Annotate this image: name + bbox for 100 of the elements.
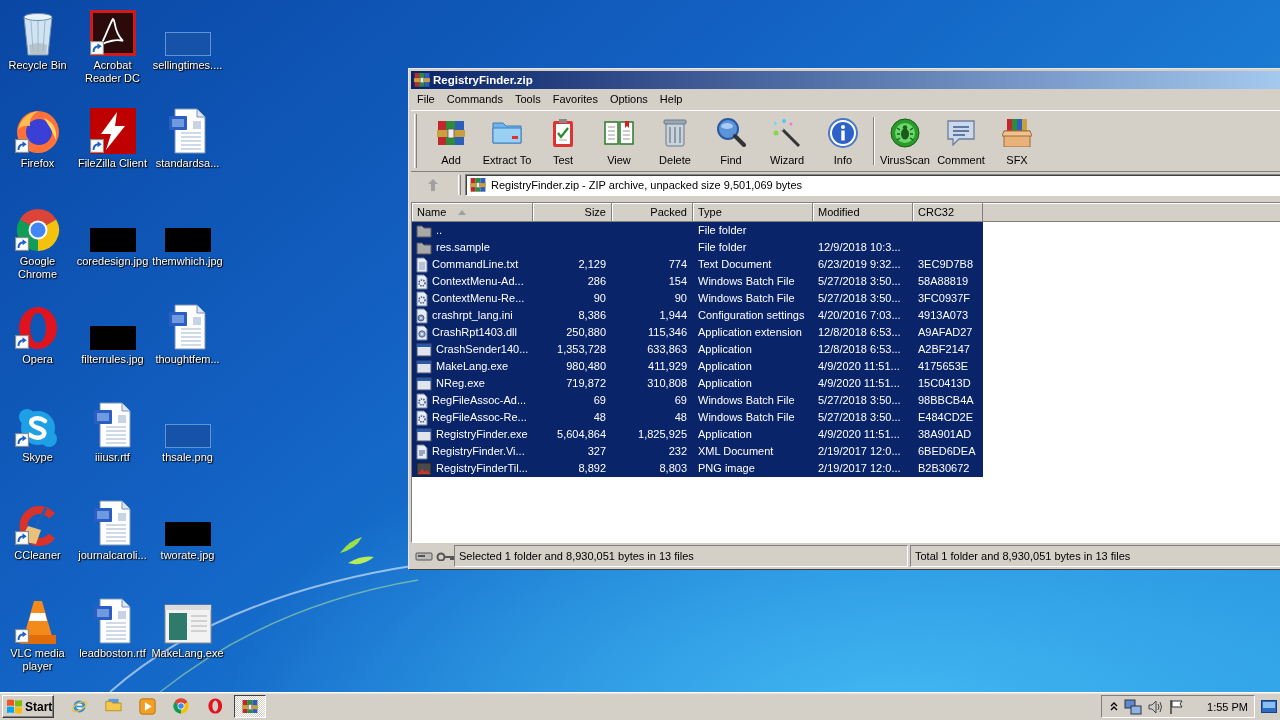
desktop-item[interactable]: thsale.png (150, 400, 225, 464)
toolbar-button[interactable]: Comment (933, 111, 989, 171)
circle-logo-icon[interactable] (173, 698, 189, 714)
file-row[interactable]: RegistryFinder.Vi... 327 232 XML Document 2/19/2017 12:0... 6BED6DEA (412, 443, 983, 460)
table-cell-text: 69 (592, 393, 607, 408)
desktop-item[interactable]: Google Chrome (0, 204, 75, 281)
menu-item[interactable]: Help (653, 91, 689, 107)
toolbar-button[interactable]: Find (703, 111, 759, 171)
file-row[interactable]: RegFileAssoc-Re... 48 48 Windows Batch File 5/27/2018 3:50... E484CD2E (412, 409, 983, 426)
toolbar-button[interactable]: SFX (989, 111, 1045, 171)
toolbar-button[interactable]: View (591, 111, 647, 171)
file-row[interactable]: RegistryFinder.exe 5,604,864 1,825,925 Application 4/9/2020 11:51... 38A901AD (412, 426, 983, 443)
desktop-item[interactable]: Skype (0, 400, 75, 464)
toolbar-button[interactable]: Info (815, 111, 871, 171)
orbit-globe-icon[interactable] (70, 698, 88, 715)
desktop-item[interactable]: MakeLang.exe (150, 596, 225, 660)
column-header[interactable]: Modified (813, 203, 913, 221)
file-row[interactable]: RegFileAssoc-Ad... 69 69 Windows Batch File 5/27/2018 3:50... 98BBCB4A (412, 392, 983, 409)
desktop-item[interactable]: themwhich.jpg (150, 204, 225, 268)
file-row[interactable]: CrashRpt1403.dll 250,880 115,346 Application extension 12/8/2018 6:53... A9AFAD27 (412, 324, 983, 341)
toolbar-button[interactable]: Delete (647, 111, 703, 171)
thumbnail-icon (164, 424, 211, 448)
menu-item[interactable]: Options (603, 91, 654, 107)
menu-item[interactable]: File (411, 91, 441, 107)
file-row[interactable]: ContextMenu-Re... 90 90 Windows Batch File 5/27/2018 3:50... 3FC0937F (412, 290, 983, 307)
desktop-item[interactable]: filterrules.jpg (75, 302, 150, 366)
table-cell-text: 8,892 (577, 461, 607, 476)
table-cell-text: 6/23/2019 9:32... (817, 257, 902, 272)
speaker-icon[interactable] (1148, 699, 1164, 714)
file-row[interactable]: NReg.exe 719,872 310,808 Application 4/9/2020 11:51... 15C0413D (412, 375, 983, 392)
book-stack-icon (437, 120, 465, 145)
taskbar-button[interactable] (234, 695, 266, 718)
address-field[interactable]: RegistryFinder.zip - ZIP archive, unpacked size 9,501,069 bytes (465, 174, 1280, 196)
desktop-item[interactable]: Firefox (0, 106, 75, 170)
toolbar-button[interactable]: Add (423, 111, 479, 171)
file-row[interactable]: RegistryFinderTil... 8,892 8,803 PNG image 2/19/2017 12:0... B2B30672 (412, 460, 983, 477)
toolbar-button[interactable]: Test (535, 111, 591, 171)
column-header[interactable]: CRC32 (913, 203, 983, 221)
desktop-item[interactable]: CCleaner (0, 498, 75, 562)
table-cell-text: 5/27/2018 3:50... (817, 274, 902, 289)
clock[interactable]: 1:55 PM (1207, 700, 1248, 713)
table-cell-text: 4913A073 (917, 308, 970, 323)
table-cell-text: ContextMenu-Re... (432, 291, 525, 306)
desktop-item[interactable]: Opera (0, 302, 75, 366)
column-header[interactable]: Size (533, 203, 612, 221)
document-icon (169, 304, 206, 350)
desktop-item[interactable]: iiiusr.rtf (75, 400, 150, 464)
menu-item[interactable]: Tools (509, 91, 547, 107)
recycle-bin-icon (21, 12, 54, 56)
column-header[interactable]: Name (412, 203, 533, 221)
menu-item[interactable]: Commands (440, 91, 509, 107)
desktop-item[interactable]: journalcaroli... (75, 498, 150, 562)
gear-file-icon (416, 290, 428, 307)
column-header[interactable]: Type (693, 203, 813, 221)
file-row[interactable]: res.sample File folder 12/9/2018 10:3... (412, 239, 983, 256)
file-row[interactable]: ContextMenu-Ad... 286 154 Windows Batch File 5/27/2018 3:50... 58A88819 (412, 273, 983, 290)
table-cell-text: File folder (697, 223, 748, 238)
file-row[interactable]: CommandLine.txt 2,129 774 Text Document 6/23/2019 9:32... 3EC9D7B8 (412, 256, 983, 273)
flag-icon[interactable] (1170, 698, 1183, 715)
toolbar-button[interactable]: VirusScan (877, 111, 933, 171)
start-button[interactable]: Start (2, 695, 54, 718)
desktop-item[interactable]: leadboston.rtf (75, 596, 150, 660)
image-file-icon (416, 461, 432, 476)
file-row[interactable]: crashrpt_lang.ini 8,386 1,944 Configuration settings 4/20/2016 7:03... 4913A073 (412, 307, 983, 324)
table-cell-text: 12/8/2018 6:53... (817, 342, 902, 357)
desktop-item[interactable]: sellingtimes.... (150, 8, 225, 72)
table-cell-text: Windows Batch File (697, 410, 796, 425)
desktop-item[interactable]: standardsa... (150, 106, 225, 170)
desktop-item[interactable]: thoughtfem... (150, 302, 225, 366)
ring-logo-icon[interactable] (207, 698, 223, 714)
table-cell-text: ContextMenu-Ad... (432, 274, 524, 289)
table-cell-text: res.sample (436, 240, 490, 255)
desktop-item[interactable]: Acrobat Reader DC (75, 8, 150, 85)
table-cell-text: 48 (592, 410, 607, 425)
book-stack-icon (470, 178, 486, 192)
table-cell-text: Application (697, 342, 753, 357)
desktop-item[interactable]: FileZilla Client (75, 106, 150, 170)
network-icon[interactable] (1124, 698, 1142, 715)
desktop-item[interactable]: tworate.jpg (150, 498, 225, 562)
file-row[interactable]: CrashSender140... 1,353,728 633,863 Application 12/8/2018 6:53... A2BF2147 (412, 341, 983, 358)
thumbnail-icon (164, 228, 211, 252)
file-row[interactable]: MakeLang.exe 980,480 411,929 Application 4/9/2020 11:51... 4175653E (412, 358, 983, 375)
table-cell-text: Windows Batch File (697, 274, 796, 289)
file-row[interactable]: .. File folder (412, 222, 983, 239)
search-icon (716, 118, 746, 147)
desktop-item[interactable]: coredesign.jpg (75, 204, 150, 268)
show-desktop-icon[interactable] (1261, 700, 1277, 713)
table-cell-text: 4/9/2020 11:51... (817, 376, 901, 391)
play-button-icon[interactable] (138, 698, 156, 715)
desktop-item[interactable]: VLC media player (0, 596, 75, 673)
chevron-up-icon[interactable] (1110, 702, 1118, 711)
desktop-item[interactable]: Recycle Bin (0, 8, 75, 72)
toolbar-button[interactable]: Wizard (759, 111, 815, 171)
table-cell-text: 3EC9D7B8 (917, 257, 975, 272)
table-cell-text: A9AFAD27 (917, 325, 974, 340)
table-cell-text: RegFileAssoc-Ad... (432, 393, 527, 408)
toolbar-button[interactable]: Extract To (479, 111, 535, 171)
table-cell-text: 98BBCB4A (917, 393, 975, 408)
column-header[interactable]: Packed (612, 203, 693, 221)
menu-item[interactable]: Favorites (546, 91, 604, 107)
